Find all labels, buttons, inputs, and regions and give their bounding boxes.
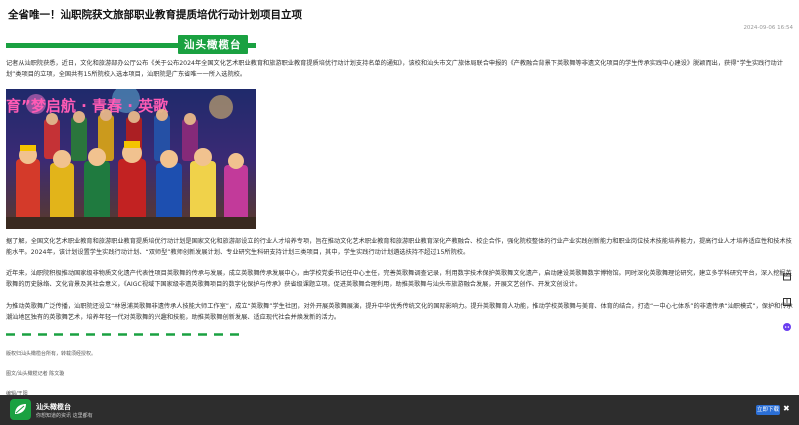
article-title: 全省唯一！汕职院获文旅部职业教育提质培优行动计划项目立项 [8,9,302,21]
app-name: 汕头橄榄台 [36,403,71,411]
banner-brand-text: 汕头橄榄台 [178,35,248,54]
article-paragraph: 近年来，汕职院积极推动国家级非物质文化遗产代表性项目英歌舞的传承与发展，成立英歌… [6,270,792,288]
robot-icon[interactable] [782,322,792,332]
performers-photo: 育”梦启航 · 青春 · 英歌 [6,89,256,229]
article-paragraph: 记者从汕职院获悉，近日，文化和旅游部办公厅公布《关于公布2024年全国文化艺术职… [6,60,783,78]
brand-banner: 汕头橄榄台 [6,34,256,56]
share-icon[interactable] [782,272,792,282]
dashed-divider [6,333,246,336]
article-photo: 育”梦启航 · 青春 · 英歌 [6,89,256,229]
publish-date: 2024-09-06 16:54 [743,25,793,31]
author-credit: 图文/汕头橄榄记者 陈文璇 [6,371,65,377]
photo-banner-text: 育”梦启航 · 青春 · 英歌 [6,97,169,115]
leaf-logo-icon [10,399,31,420]
side-toolbar [782,272,794,347]
download-button[interactable]: 立即下载 [756,405,780,415]
copyright-note: 版权归汕头橄榄台所有，转载须经授权。 [6,351,97,357]
app-tagline: 你想知道的资讯 这里都有 [36,413,93,419]
article-paragraph: 据了解，全国文化艺术职业教育和旅游职业教育提质培优行动计划是国家文化和旅游部设立… [6,238,792,256]
app-download-bar[interactable]: 汕头橄榄台 你想知道的资讯 这里都有 立即下载 ✖ [0,395,799,425]
article-header: 全省唯一！汕职院获文旅部职业教育提质培优行动计划项目立项 [0,0,799,30]
close-icon[interactable]: ✖ [783,404,790,413]
article-paragraph: 为推动英歌舞广泛传播，汕职院还设立“林恩浦英歌舞非遗传承人技能大师工作室”，成立… [6,303,793,321]
book-icon[interactable] [782,297,792,307]
